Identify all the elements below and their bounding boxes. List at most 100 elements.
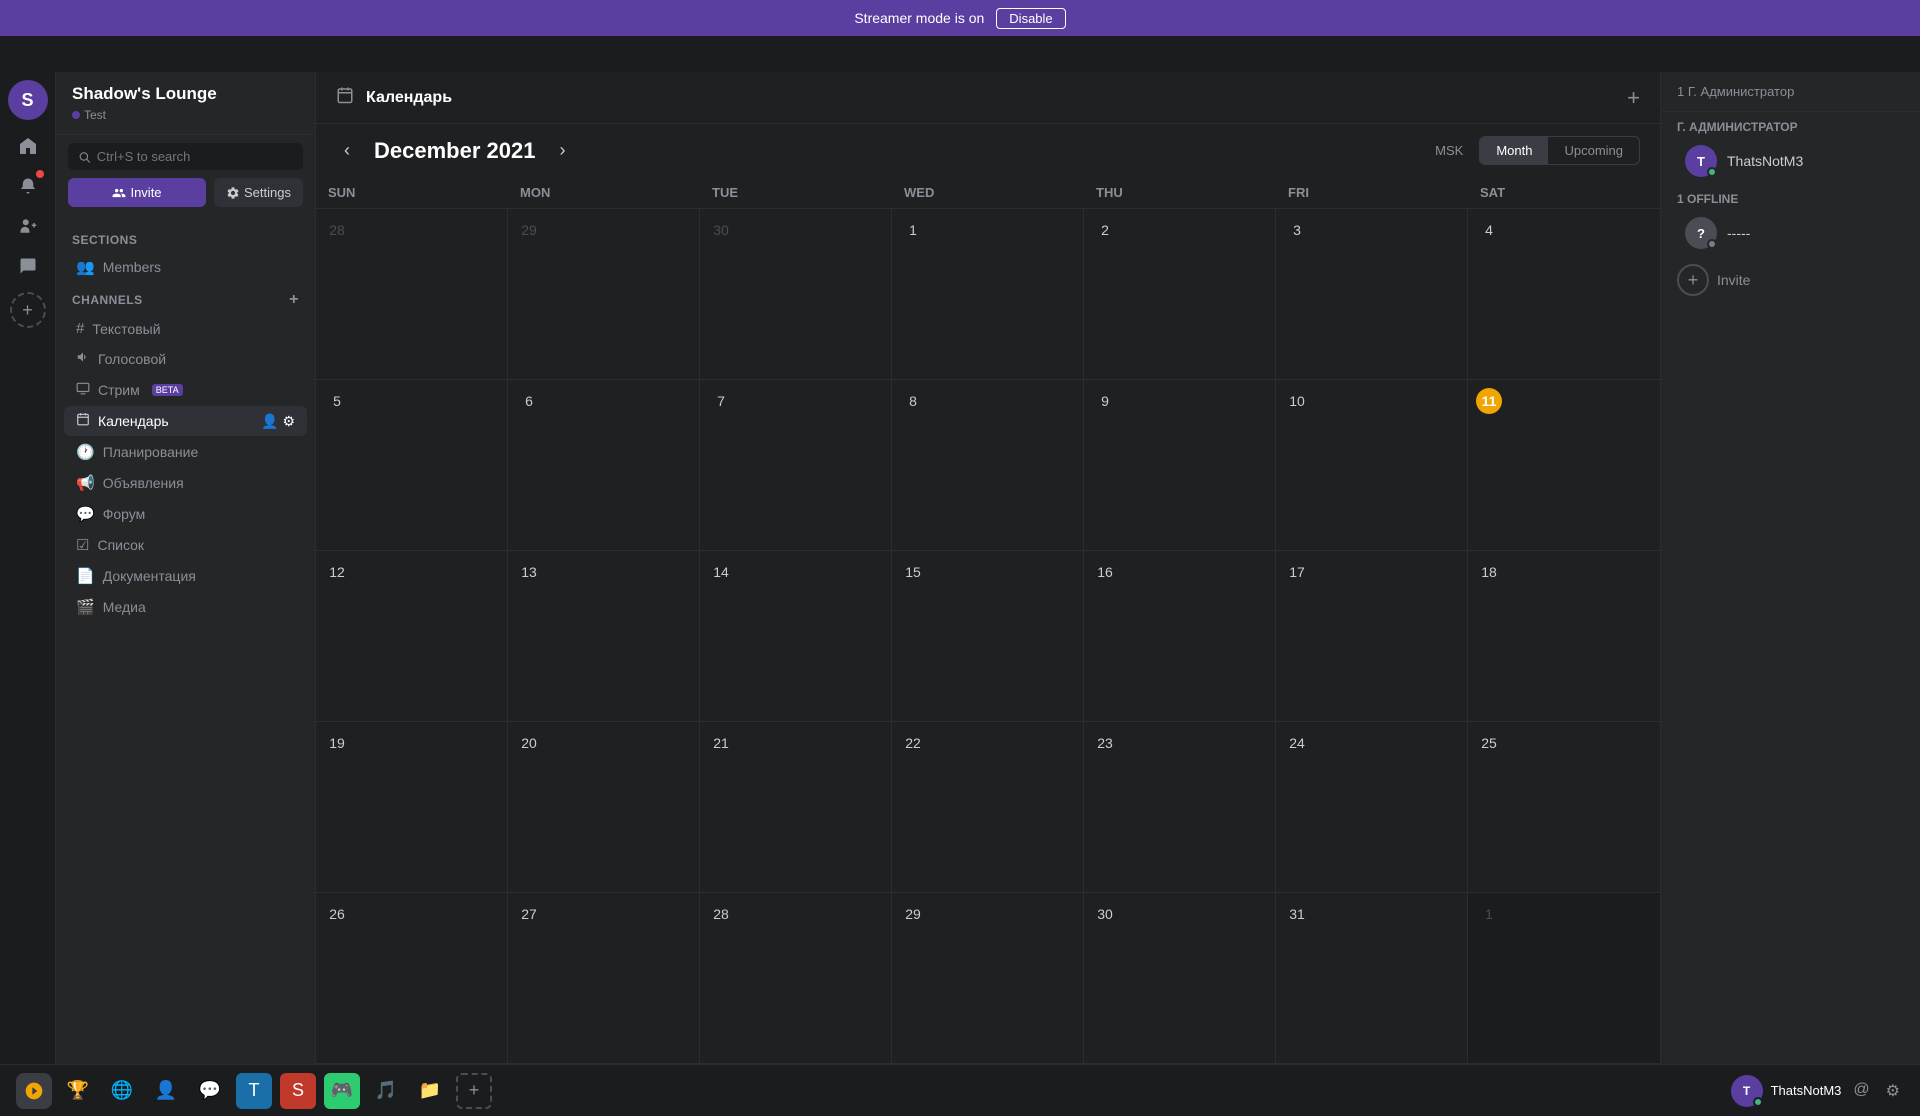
sidebar-item-list[interactable]: ☑ Список — [64, 530, 307, 560]
app-icon-game[interactable]: 🎮 — [324, 1073, 360, 1109]
cell-date-3-3: 22 — [900, 730, 926, 756]
cell-date-0-5: 3 — [1284, 217, 1310, 243]
sidebar-item-media[interactable]: 🎬 Медиа — [64, 592, 307, 622]
app-icon-music[interactable]: 🎵 — [368, 1073, 404, 1109]
calendar-cell-1-4[interactable]: 9 — [1084, 380, 1276, 550]
calendar-cell-0-0[interactable]: 28 — [316, 209, 508, 379]
calendar-cell-3-6[interactable]: 25 — [1468, 722, 1660, 892]
calendar-week-2: 121314 15 161718 — [316, 551, 1660, 722]
offline-status-dot — [1707, 239, 1717, 249]
guilded-logo-icon[interactable] — [16, 1073, 52, 1109]
calendar-cell-2-4[interactable]: 16 — [1084, 551, 1276, 721]
cell-date-0-0: 28 — [324, 217, 350, 243]
search-input[interactable] — [97, 149, 293, 164]
mention-icon[interactable]: @ — [1849, 1077, 1873, 1105]
calendar-cell-1-2[interactable]: 7 — [700, 380, 892, 550]
invite-button[interactable]: Invite — [68, 178, 206, 207]
add-app-button[interactable]: + — [456, 1073, 492, 1109]
calendar-cell-2-5[interactable]: 17 — [1276, 551, 1468, 721]
notification-icon[interactable] — [10, 168, 46, 204]
search-bar[interactable] — [68, 143, 303, 170]
member-item-offline[interactable]: ? ----- — [1669, 211, 1912, 255]
globe-icon[interactable]: 🌐 — [104, 1073, 140, 1109]
calendar-cell-1-1[interactable]: 6 — [508, 380, 700, 550]
calendar-cell-1-5[interactable]: 10 — [1276, 380, 1468, 550]
prev-month-button[interactable]: ‹ — [336, 136, 358, 165]
day-fri: Fri — [1276, 177, 1468, 208]
calendar-week-4: 2627282930311 — [316, 893, 1660, 1064]
app-icon-t[interactable]: T — [236, 1073, 272, 1109]
profile-icon[interactable]: 👤 — [148, 1073, 184, 1109]
content-header: Календарь + — [316, 72, 1660, 124]
calendar-gear-icon[interactable]: ⚙ — [282, 413, 295, 430]
app-icon-s[interactable]: S — [280, 1073, 316, 1109]
calendar-cell-4-5[interactable]: 31 — [1276, 893, 1468, 1063]
calendar-cell-3-1[interactable]: 20 — [508, 722, 700, 892]
sidebar-actions: Invite Settings — [56, 178, 315, 217]
messages-icon[interactable] — [10, 248, 46, 284]
calendar-cell-3-3[interactable]: 22 — [892, 722, 1084, 892]
calendar-cell-1-6[interactable]: 11 — [1468, 380, 1660, 550]
settings-button[interactable]: Settings — [214, 178, 303, 207]
calendar-cell-2-6[interactable]: 18 — [1468, 551, 1660, 721]
add-server-button[interactable]: + — [10, 292, 46, 328]
calendar-cell-3-2[interactable]: 21 — [700, 722, 892, 892]
sidebar: Shadow's Lounge Test Invite Settings — [56, 72, 316, 1064]
member-item-online[interactable]: T ThatsNotM3 — [1669, 139, 1912, 183]
sidebar-item-text[interactable]: # Текстовый — [64, 314, 307, 343]
calendar-cell-4-4[interactable]: 30 — [1084, 893, 1276, 1063]
sidebar-item-forum[interactable]: 💬 Форум — [64, 499, 307, 529]
right-panel-header: 1 Г. Администратор — [1661, 72, 1920, 112]
month-view-button[interactable]: Month — [1480, 137, 1548, 164]
member-count: 1 Г. Администратор — [1677, 84, 1794, 99]
server-tag: Test — [72, 108, 299, 122]
trophy-icon[interactable]: 🏆 — [60, 1073, 96, 1109]
sidebar-item-stream[interactable]: Стрим BETA — [64, 375, 307, 405]
calendar-cell-4-1[interactable]: 27 — [508, 893, 700, 1063]
calendar-cell-2-0[interactable]: 12 — [316, 551, 508, 721]
chat-icon[interactable]: 💬 — [192, 1073, 228, 1109]
sidebar-item-planning[interactable]: 🕐 Планирование — [64, 437, 307, 467]
calendar-cell-3-0[interactable]: 19 — [316, 722, 508, 892]
add-channel-icon[interactable]: + — [289, 291, 299, 309]
calendar-cell-4-0[interactable]: 26 — [316, 893, 508, 1063]
add-event-button[interactable]: + — [1627, 85, 1640, 111]
offline-section-label: 1 Offline — [1661, 184, 1920, 210]
cell-date-2-3: 15 — [900, 559, 926, 585]
member-name-online: ThatsNotM3 — [1727, 153, 1803, 169]
disable-button[interactable]: Disable — [996, 8, 1065, 29]
next-month-button[interactable]: › — [551, 136, 573, 165]
calendar-cell-2-3[interactable]: 15 — [892, 551, 1084, 721]
sidebar-item-voice[interactable]: Голосовой — [64, 344, 307, 374]
calendar-cell-4-6[interactable]: 1 — [1468, 893, 1660, 1063]
server-icon[interactable]: S — [8, 80, 48, 120]
calendar-member-icon[interactable]: 👤 — [261, 413, 278, 430]
calendar-cell-2-2[interactable]: 14 — [700, 551, 892, 721]
friends-icon[interactable] — [10, 208, 46, 244]
calendar-cell-3-5[interactable]: 24 — [1276, 722, 1468, 892]
calendar-cell-1-0[interactable]: 5 — [316, 380, 508, 550]
announcements-label: Объявления — [103, 475, 184, 491]
planning-icon: 🕐 — [76, 443, 95, 461]
settings-icon[interactable]: ⚙ — [1882, 1077, 1904, 1105]
calendar-cell-4-2[interactable]: 28 — [700, 893, 892, 1063]
sidebar-item-docs[interactable]: 📄 Документация — [64, 561, 307, 591]
calendar-cell-1-3[interactable]: 8 — [892, 380, 1084, 550]
sidebar-item-calendar[interactable]: Календарь 👤 ⚙ — [64, 406, 307, 436]
sidebar-item-announcements[interactable]: 📢 Объявления — [64, 468, 307, 498]
calendar-cell-3-4[interactable]: 23 — [1084, 722, 1276, 892]
upcoming-view-button[interactable]: Upcoming — [1548, 137, 1639, 164]
calendar-cell-0-2[interactable]: 30 — [700, 209, 892, 379]
app-icon-files[interactable]: 📁 — [412, 1073, 448, 1109]
calendar-cell-2-1[interactable]: 13 — [508, 551, 700, 721]
invite-row[interactable]: + Invite — [1661, 256, 1920, 304]
calendar-cell-0-4[interactable]: 2 — [1084, 209, 1276, 379]
calendar-cell-0-6[interactable]: 4 — [1468, 209, 1660, 379]
cell-date-0-2: 30 — [708, 217, 734, 243]
sidebar-item-members[interactable]: 👥 Members — [64, 252, 307, 282]
home-icon[interactable] — [10, 128, 46, 164]
calendar-cell-0-5[interactable]: 3 — [1276, 209, 1468, 379]
calendar-cell-0-1[interactable]: 29 — [508, 209, 700, 379]
calendar-cell-4-3[interactable]: 29 — [892, 893, 1084, 1063]
calendar-cell-0-3[interactable]: 1 — [892, 209, 1084, 379]
